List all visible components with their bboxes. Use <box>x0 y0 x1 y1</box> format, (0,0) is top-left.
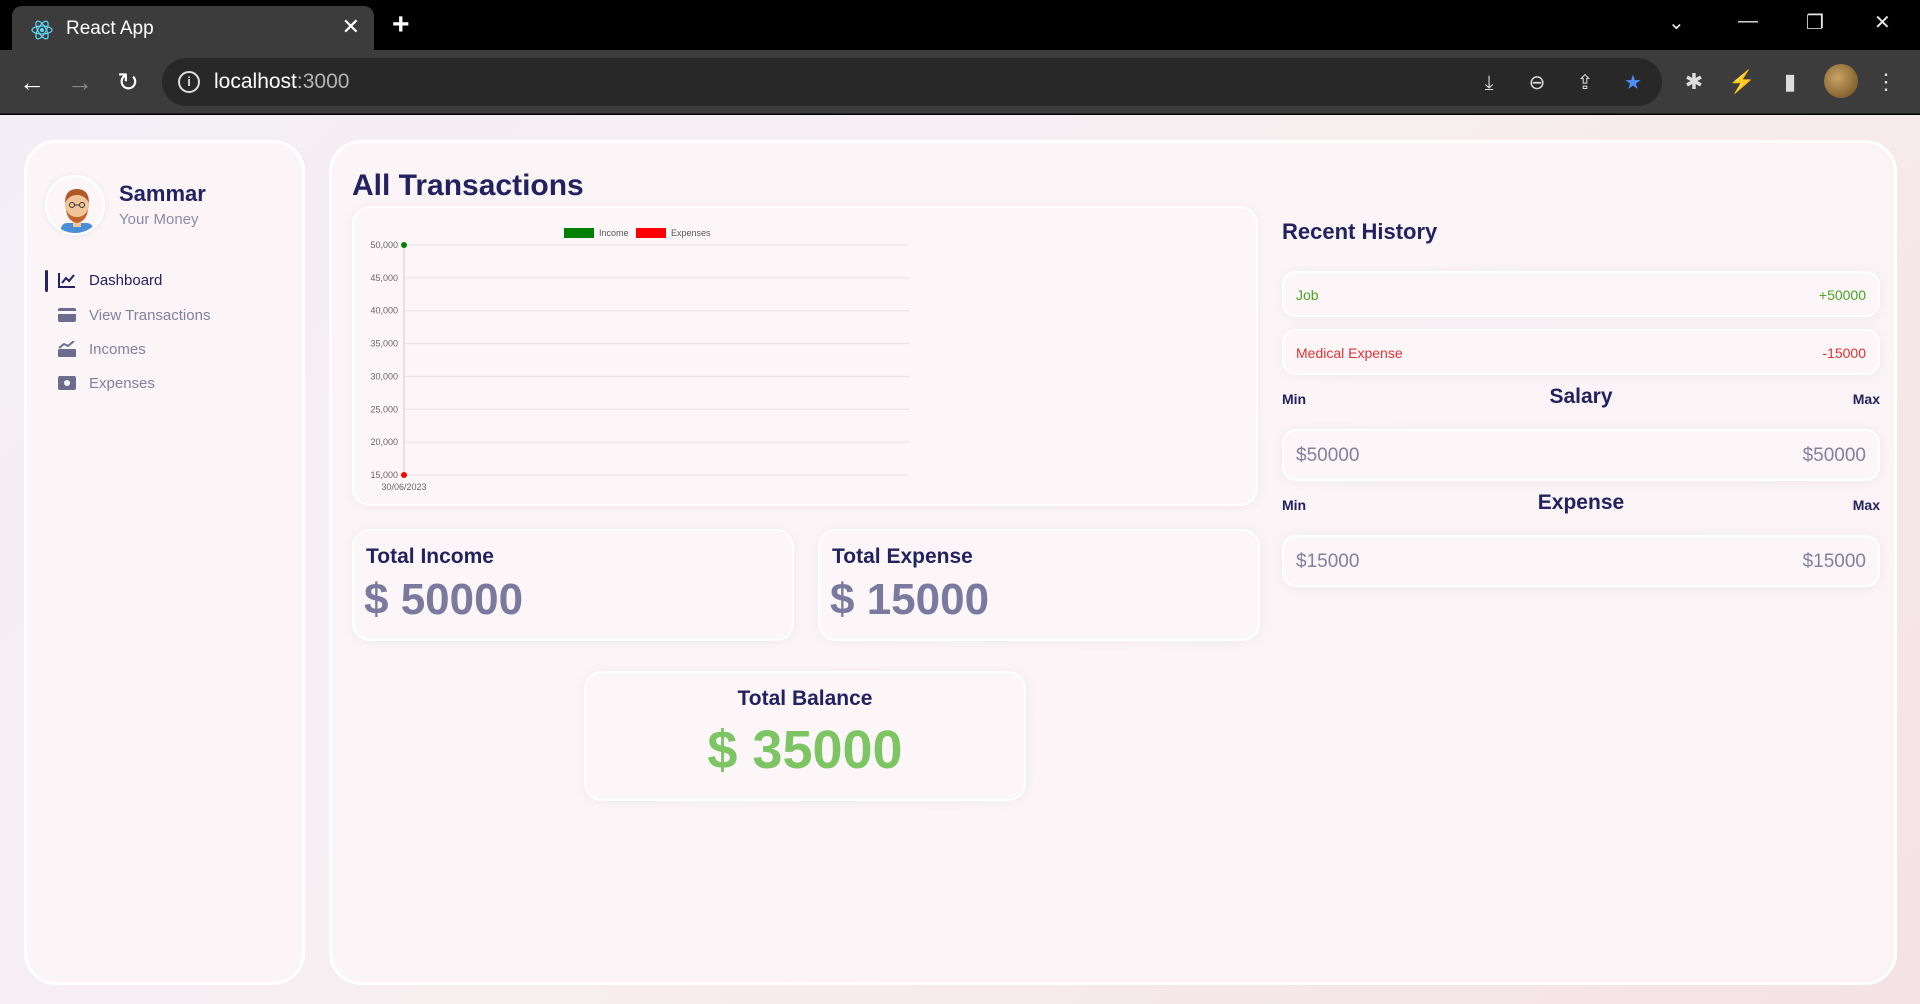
total-income-value: $ 50000 <box>364 575 524 624</box>
page-title: All Transactions <box>352 169 584 202</box>
bookmark-star-icon[interactable]: ★ <box>1620 70 1646 96</box>
side-panel-icon[interactable]: ▮ <box>1774 66 1806 98</box>
avatar <box>45 175 105 235</box>
salary-range-header: Min Salary Max <box>1282 385 1880 411</box>
line-chart: 50,000 45,000 40,000 35,000 30,000 25,000 20,0… <box>370 228 909 492</box>
expense-title: Expense <box>1537 491 1625 514</box>
history-item-amount: +50000 <box>1818 287 1866 303</box>
minimize-icon[interactable]: — <box>1738 10 1758 33</box>
forward-arrow-icon[interactable]: → <box>64 66 96 98</box>
install-icon[interactable]: ⤓ <box>1476 70 1502 96</box>
active-indicator <box>45 270 48 292</box>
legend-swatch-expenses <box>636 228 666 238</box>
expense-range-header: Min Expense Max <box>1282 491 1880 517</box>
sidebar-item-view-transactions[interactable]: View Transactions <box>57 303 210 327</box>
react-logo-icon <box>31 20 53 40</box>
user-avatar-icon <box>61 189 93 233</box>
expense-max-value: $15000 <box>1802 551 1866 572</box>
app-page: Sammar Your Money Dashboard View Transac… <box>0 115 1920 1004</box>
history-item-expense: Medical Expense -15000 <box>1282 329 1880 375</box>
menu-dots-icon[interactable]: ⋮ <box>1870 66 1902 98</box>
legend-label-income: Income <box>599 228 629 238</box>
window-close-icon[interactable]: ✕ <box>1874 10 1891 35</box>
credit-card-icon <box>57 306 77 324</box>
expense-min-value: $15000 <box>1296 551 1360 572</box>
back-arrow-icon[interactable]: ← <box>16 66 48 98</box>
series-point-expenses <box>401 472 407 478</box>
y-tick-label: 45,000 <box>370 273 398 283</box>
total-balance-value: $ 35000 <box>707 720 903 780</box>
total-balance-label: Total Balance <box>737 687 873 710</box>
legend-label-expenses: Expenses <box>671 228 711 238</box>
tab-title: React App <box>66 18 154 39</box>
money-bill-icon <box>57 374 77 392</box>
y-tick-label: 30,000 <box>370 371 398 381</box>
restore-icon[interactable]: ❐ <box>1806 10 1824 35</box>
share-icon[interactable]: ⇪ <box>1572 70 1598 96</box>
reload-icon[interactable]: ↻ <box>112 66 144 98</box>
sidebar-item-label: View Transactions <box>89 306 211 324</box>
sidebar-item-expenses[interactable]: Expenses <box>57 371 155 395</box>
sidebar: Sammar Your Money Dashboard View Transac… <box>24 140 305 985</box>
extensions-puzzle-icon[interactable]: ✱ <box>1678 66 1710 98</box>
tab-close-icon[interactable]: ✕ <box>342 16 360 38</box>
total-expense-label: Total Expense <box>832 545 973 568</box>
y-tick-label: 15,000 <box>370 470 398 480</box>
tab-search-icon[interactable]: ⌄ <box>1668 10 1685 35</box>
salary-max-value: $50000 <box>1802 445 1866 466</box>
main-panel: All Transactions 50,000 45,000 40,000 35,00… <box>329 140 1897 985</box>
performance-icon[interactable]: ⚡ <box>1726 66 1758 98</box>
x-tick-label: 30/06/2023 <box>381 482 426 492</box>
y-tick-label: 40,000 <box>370 306 398 316</box>
history-item-income: Job +50000 <box>1282 271 1880 317</box>
y-tick-label: 25,000 <box>370 404 398 414</box>
legend-swatch-income <box>564 228 594 238</box>
browser-tab[interactable]: React App ✕ <box>12 6 374 50</box>
browser-toolbar: ← → ↻ i localhost:3000 ⤓ ⊖ ⇪ ★ ✱ ⚡ ▮ ⋮ <box>0 50 1920 114</box>
history-item-amount: -15000 <box>1822 345 1866 361</box>
url-port: :3000 <box>296 70 350 93</box>
history-item-name: Job <box>1296 287 1319 303</box>
sidebar-item-label: Expenses <box>89 374 155 392</box>
salary-title: Salary <box>1549 385 1613 408</box>
y-tick-label: 20,000 <box>370 437 398 447</box>
user-name: Sammar <box>119 181 206 206</box>
new-tab-button[interactable]: + <box>392 10 410 40</box>
total-income-label: Total Income <box>366 545 494 568</box>
profile-avatar[interactable] <box>1824 64 1858 98</box>
total-balance-card: Total Balance $ 35000 <box>584 671 1026 801</box>
sidebar-item-label: Dashboard <box>89 271 163 289</box>
salary-max-label: Max <box>1852 391 1880 407</box>
expense-max-label: Max <box>1852 497 1880 513</box>
salary-range-box: $50000 $50000 <box>1282 429 1880 481</box>
user-subtitle: Your Money <box>119 211 199 228</box>
site-info-icon[interactable]: i <box>178 71 200 93</box>
history-item-name: Medical Expense <box>1296 345 1403 361</box>
money-trend-icon <box>57 340 77 358</box>
total-expense-value: $ 15000 <box>830 575 990 624</box>
recent-history-title: Recent History <box>1282 219 1438 244</box>
chart-line-icon <box>57 271 77 289</box>
address-bar[interactable]: i localhost:3000 ⤓ ⊖ ⇪ ★ <box>162 58 1662 106</box>
sidebar-item-label: Incomes <box>89 340 146 358</box>
sidebar-item-dashboard[interactable]: Dashboard <box>57 268 162 292</box>
expense-range-box: $15000 $15000 <box>1282 535 1880 587</box>
url-host: localhost <box>214 70 297 93</box>
sidebar-item-incomes[interactable]: Incomes <box>57 337 146 361</box>
transactions-chart: 50,000 45,000 40,000 35,000 30,000 25,000 20,0… <box>352 206 1258 506</box>
y-tick-label: 50,000 <box>370 240 398 250</box>
total-expense-card: Total Expense $ 15000 <box>818 529 1260 641</box>
zoom-out-icon[interactable]: ⊖ <box>1524 70 1550 96</box>
series-point-income <box>401 242 407 248</box>
url-text: localhost:3000 <box>214 70 349 94</box>
total-income-card: Total Income $ 50000 <box>352 529 794 641</box>
y-tick-label: 35,000 <box>370 339 398 349</box>
browser-titlebar: React App ✕ + ⌄ — ❐ ✕ <box>0 0 1920 50</box>
salary-min-value: $50000 <box>1296 445 1360 466</box>
